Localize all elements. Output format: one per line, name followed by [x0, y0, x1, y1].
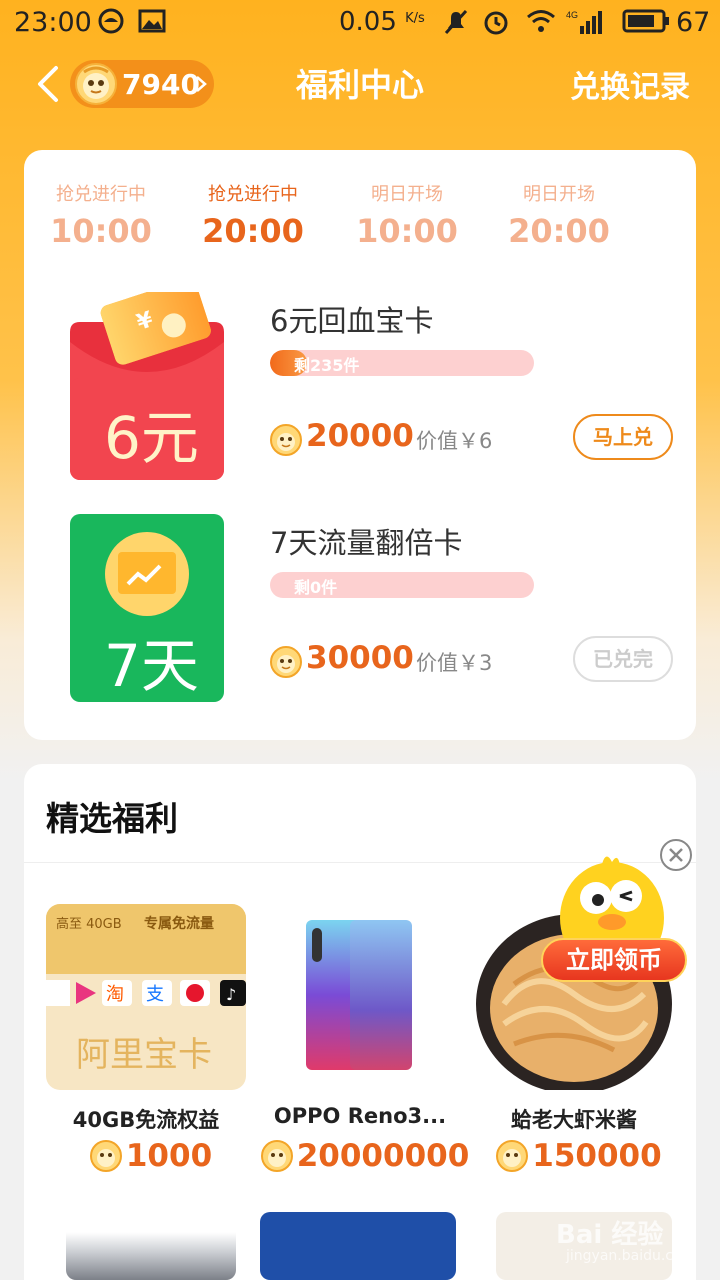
product-name: 6元回血宝卡: [270, 304, 434, 338]
time-slot-tab[interactable]: 明日开场 10:00: [330, 180, 484, 250]
stock-remaining: 剩0件: [294, 578, 338, 597]
time-slot-tab[interactable]: 抢兑进行中 10:00: [24, 180, 178, 250]
phone-image: [260, 904, 460, 1090]
svg-text:支: 支: [146, 984, 164, 1005]
slot-label: 抢兑进行中: [56, 184, 146, 205]
image-brand-text: 阿里宝卡: [76, 1035, 212, 1075]
time-slot-tab[interactable]: 明日开场 20:00: [482, 180, 636, 250]
watermark-logo: Bai 经验: [556, 1220, 664, 1250]
goods-name: 40GB免流权益: [72, 1108, 220, 1132]
status-time: 23:00: [14, 7, 92, 38]
watermark-url: jingyan.baidu.com: [566, 1248, 696, 1264]
network-speed: 0.05 K/s: [339, 7, 425, 37]
flash-product-item[interactable]: 7天 7天流量翻倍卡 剩0件 30000 价值￥3 已兑完: [24, 514, 696, 714]
slot-time: 10:00: [356, 212, 458, 250]
slot-label: 明日开场: [523, 184, 595, 205]
coin-icon: [260, 1140, 293, 1172]
status-bar: 23:00 0.05 K/s 4G 67: [0, 0, 720, 44]
goods-price: 1000: [125, 1138, 213, 1174]
goods-item[interactable]: OPPO Reno3... 20000000: [260, 904, 470, 1224]
image-top-text: 高至 40GB: [56, 916, 122, 932]
goods-price-row: 150000: [474, 1138, 684, 1174]
coin-icon: [496, 1140, 529, 1172]
speed-value: 0.05: [339, 7, 397, 37]
header-bar: 7940 福利中心 兑换记录: [0, 44, 720, 124]
alibaba-card-image: 高至 40GB 专属免流量 淘 支 ♪ 阿里宝卡: [46, 904, 246, 1090]
coin-icon: [270, 424, 302, 456]
slot-time: 10:00: [50, 212, 152, 250]
red-envelope-card-image: ¥ 6元: [70, 292, 224, 480]
goods-name: OPPO Reno3...: [273, 1104, 447, 1128]
exchange-history-link[interactable]: 兑换记录: [570, 62, 690, 106]
section-title: 精选福利: [46, 799, 178, 838]
goods-price: 150000: [532, 1138, 662, 1174]
selected-welfare-card: 精选福利 高至 40GB 专属免流量 淘 支 ♪ 阿里宝卡 40GB免流权益 1…: [24, 764, 696, 1280]
flash-product-item[interactable]: ¥ 6元 6元回血宝卡 剩235件 20000 价值￥6 马上兑: [24, 292, 696, 492]
product-value: 价值￥3: [416, 651, 493, 675]
stock-remaining: 剩235件: [294, 356, 360, 375]
wifi-icon: [527, 10, 555, 32]
image-notification-icon: [138, 9, 166, 33]
slot-time: 20:00: [508, 212, 610, 250]
product-name: 7天流量翻倍卡: [270, 526, 463, 560]
slot-label: 抢兑进行中: [208, 184, 298, 205]
svg-text:♪: ♪: [226, 985, 236, 1004]
goods-price: 20000000: [296, 1138, 470, 1174]
product-price: 30000: [306, 640, 414, 676]
coin-icon: [89, 1140, 122, 1172]
card-image-text: 6元: [104, 404, 199, 472]
goods-price-row: 1000: [46, 1138, 256, 1174]
slot-label: 明日开场: [371, 184, 443, 205]
product-price: 20000: [306, 418, 414, 454]
battery-icon: [622, 9, 669, 33]
product-value: 价值￥6: [416, 429, 493, 453]
goods-name: 蛤老大虾米酱: [511, 1108, 637, 1132]
battery-level: 67: [676, 7, 711, 38]
speed-unit: K/s: [405, 11, 425, 26]
stock-progress-bar: 剩235件: [270, 350, 534, 376]
redeem-now-button[interactable]: 马上兑: [573, 414, 673, 460]
slot-time: 20:00: [202, 212, 304, 250]
svg-text:4G: 4G: [566, 10, 578, 20]
goods-item-peek[interactable]: [66, 1212, 236, 1280]
card-image-text: 7天: [104, 632, 199, 700]
app-notification-icon: [98, 8, 124, 34]
image-top-text2: 专属免流量: [144, 915, 214, 932]
mute-bell-icon: [444, 9, 468, 35]
data-booster-card-image: 7天: [70, 514, 224, 702]
goods-item-peek[interactable]: [260, 1212, 456, 1280]
cellular-signal-icon: 4G: [566, 10, 602, 34]
time-slot-tab[interactable]: 抢兑进行中 20:00: [176, 180, 330, 250]
svg-text:淘: 淘: [106, 984, 124, 1005]
claim-coins-button[interactable]: 立即领币: [541, 938, 687, 982]
sold-out-button[interactable]: 已兑完: [573, 636, 673, 682]
coin-icon: [270, 646, 302, 678]
goods-price-row: 20000000: [260, 1138, 470, 1174]
stock-progress-bar: 剩0件: [270, 572, 534, 598]
alarm-icon: [484, 11, 508, 35]
goods-item[interactable]: 高至 40GB 专属免流量 淘 支 ♪ 阿里宝卡 40GB免流权益 1000: [46, 904, 256, 1224]
flash-sale-card: 抢兑进行中 10:00 抢兑进行中 20:00 明日开场 10:00 明日开场 …: [24, 150, 696, 740]
